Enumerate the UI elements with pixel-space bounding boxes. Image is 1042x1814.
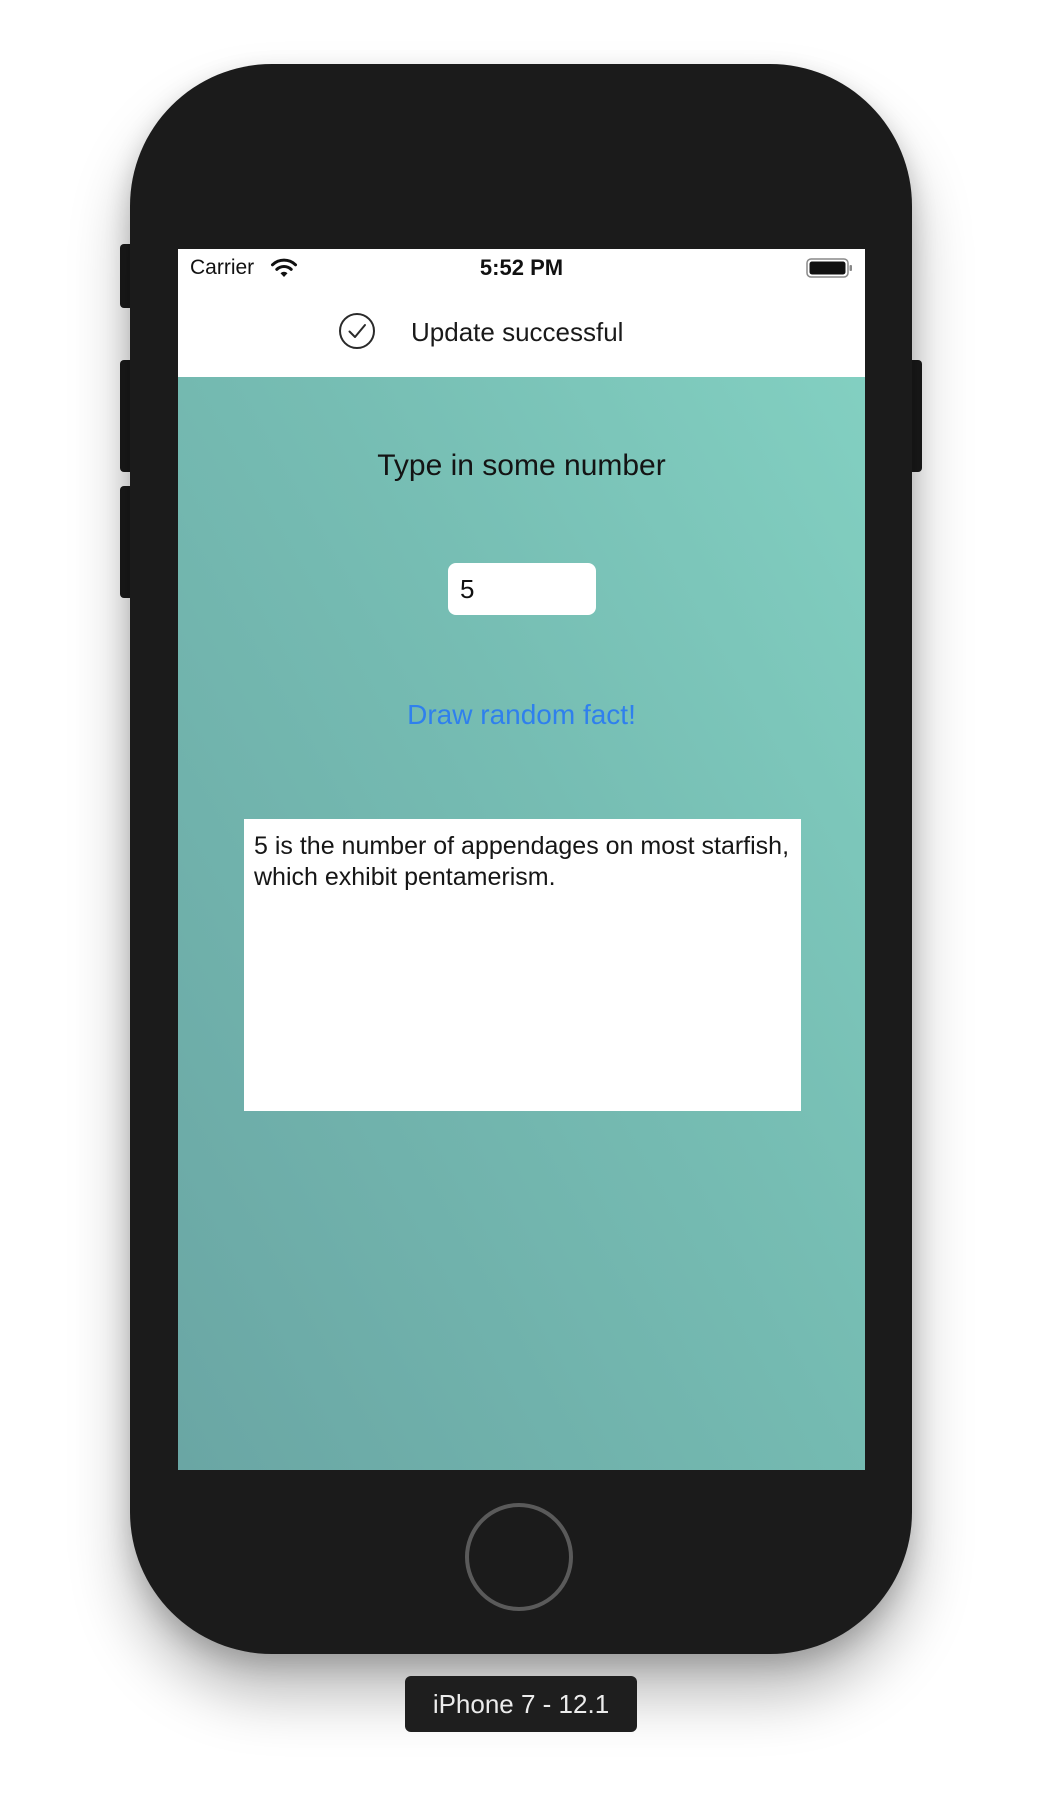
banner-message: Update successful	[411, 317, 624, 347]
draw-random-fact-button[interactable]: Draw random fact!	[178, 699, 865, 731]
fact-text-view[interactable]: 5 is the number of appendages on most st…	[244, 819, 801, 1111]
device-label: iPhone 7 - 12.1	[405, 1676, 637, 1732]
battery-full-icon	[806, 258, 852, 278]
number-input[interactable]	[448, 563, 596, 615]
status-time: 5:52 PM	[479, 255, 564, 280]
app-screen: Carrier 5:52 PM Update successful Type i…	[178, 249, 865, 1470]
checkmark-circle-icon	[339, 313, 375, 349]
prompt-label: Type in some number	[377, 449, 666, 482]
update-banner: Update successful	[178, 287, 865, 377]
simulator-stage: Carrier 5:52 PM Update successful Type i…	[0, 0, 1042, 1814]
home-button[interactable]	[465, 1503, 573, 1611]
status-bar: Carrier 5:52 PM	[178, 249, 865, 287]
